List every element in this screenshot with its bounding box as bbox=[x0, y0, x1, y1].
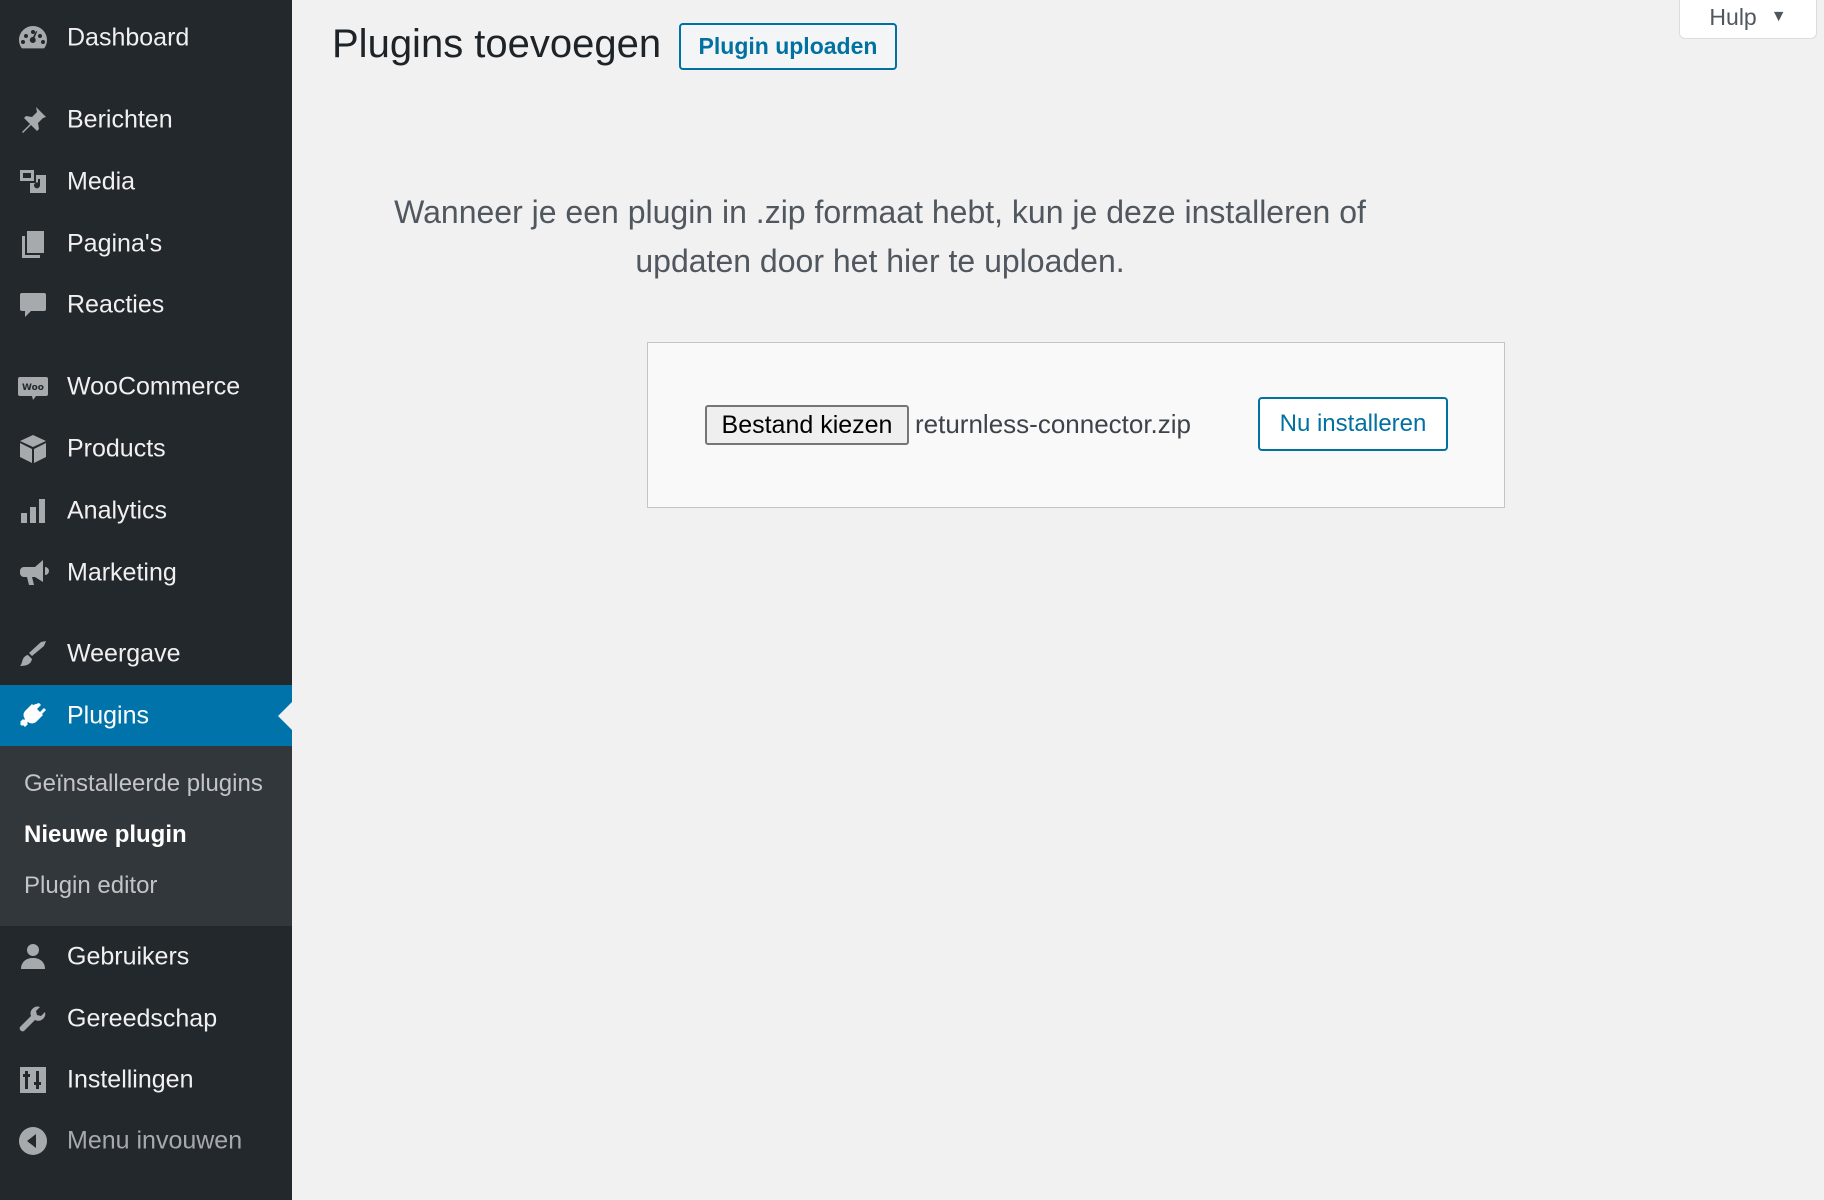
selected-file-name: returnless-connector.zip bbox=[915, 409, 1192, 439]
menu-label-dashboard: Dashboard bbox=[67, 23, 190, 52]
menu-label-analytics: Analytics bbox=[67, 496, 168, 525]
install-now-button[interactable]: Nu installeren bbox=[1258, 397, 1448, 451]
dashboard-icon bbox=[16, 21, 50, 55]
menu-item-berichten[interactable]: Berichten bbox=[0, 95, 292, 145]
menu-label-marketing: Marketing bbox=[67, 558, 177, 587]
choose-file-button[interactable]: Bestand kiezen bbox=[705, 405, 909, 445]
collapse-arrow-icon bbox=[16, 1124, 50, 1158]
submenu-installed-plugins[interactable]: Geïnstalleerde plugins bbox=[24, 770, 263, 798]
wrench-icon bbox=[16, 1002, 50, 1036]
menu-item-products[interactable]: Products bbox=[0, 424, 292, 474]
menu-item-marketing[interactable]: Marketing bbox=[0, 548, 292, 598]
menu-label-plugins: Plugins bbox=[67, 701, 149, 730]
pages-icon bbox=[16, 227, 50, 261]
plugins-submenu: Geïnstalleerde plugins Nieuwe plugin Plu… bbox=[0, 746, 292, 926]
menu-label-products: Products bbox=[67, 434, 166, 463]
page-title: Plugins toevoegen bbox=[332, 22, 662, 66]
menu-label-instellingen: Instellingen bbox=[67, 1065, 194, 1094]
media-icon bbox=[16, 165, 50, 199]
menu-item-collapse[interactable]: Menu invouwen bbox=[0, 1116, 292, 1166]
menu-item-woocommerce[interactable]: Woo WooCommerce bbox=[0, 362, 292, 412]
menu-item-dashboard[interactable]: Dashboard bbox=[0, 13, 292, 63]
menu-label-paginas: Pagina's bbox=[67, 229, 163, 258]
bar-chart-icon bbox=[16, 494, 50, 528]
pushpin-icon bbox=[16, 103, 50, 137]
menu-item-media[interactable]: Media bbox=[0, 157, 292, 207]
archive-box-icon bbox=[16, 432, 50, 466]
menu-label-weergave: Weergave bbox=[67, 639, 181, 668]
upload-help-text: Wanneer je een plugin in .zip formaat he… bbox=[394, 194, 1366, 279]
comment-icon bbox=[16, 288, 50, 322]
menu-item-paginas[interactable]: Pagina's bbox=[0, 219, 292, 269]
svg-text:Woo: Woo bbox=[22, 383, 44, 393]
paintbrush-icon bbox=[16, 637, 50, 671]
help-tab-button[interactable]: Hulp ▼ bbox=[1679, 0, 1817, 39]
upload-form: Bestand kiezen returnless-connector.zip … bbox=[647, 342, 1505, 508]
megaphone-icon bbox=[16, 556, 50, 590]
plugin-icon bbox=[16, 699, 50, 733]
menu-item-instellingen[interactable]: Instellingen bbox=[0, 1055, 292, 1105]
menu-label-gebruikers: Gebruikers bbox=[67, 942, 190, 971]
menu-item-plugins[interactable]: Plugins bbox=[0, 685, 292, 747]
help-label: Hulp bbox=[1709, 3, 1757, 30]
menu-label-woocommerce: WooCommerce bbox=[67, 372, 241, 401]
menu-label-media: Media bbox=[67, 167, 136, 196]
menu-item-reacties[interactable]: Reacties bbox=[0, 280, 292, 330]
menu-item-gebruikers[interactable]: Gebruikers bbox=[0, 932, 292, 982]
user-icon bbox=[16, 940, 50, 974]
submenu-new-plugin[interactable]: Nieuwe plugin bbox=[24, 821, 187, 849]
settings-sliders-icon bbox=[16, 1063, 50, 1097]
menu-label-berichten: Berichten bbox=[67, 105, 173, 134]
menu-item-gereedschap[interactable]: Gereedschap bbox=[0, 994, 292, 1044]
menu-label-reacties: Reacties bbox=[67, 290, 165, 319]
woo-icon: Woo bbox=[16, 370, 50, 404]
menu-item-weergave[interactable]: Weergave bbox=[0, 629, 292, 679]
menu-label-gereedschap: Gereedschap bbox=[67, 1004, 218, 1033]
upload-plugin-button[interactable]: Plugin uploaden bbox=[679, 23, 897, 70]
submenu-plugin-editor[interactable]: Plugin editor bbox=[24, 872, 157, 900]
caret-down-icon: ▼ bbox=[1770, 8, 1787, 25]
admin-sidebar: Dashboard Berichten Media Pagina's React… bbox=[0, 0, 292, 1200]
menu-label-collapse: Menu invouwen bbox=[67, 1126, 243, 1155]
menu-item-analytics[interactable]: Analytics bbox=[0, 486, 292, 536]
